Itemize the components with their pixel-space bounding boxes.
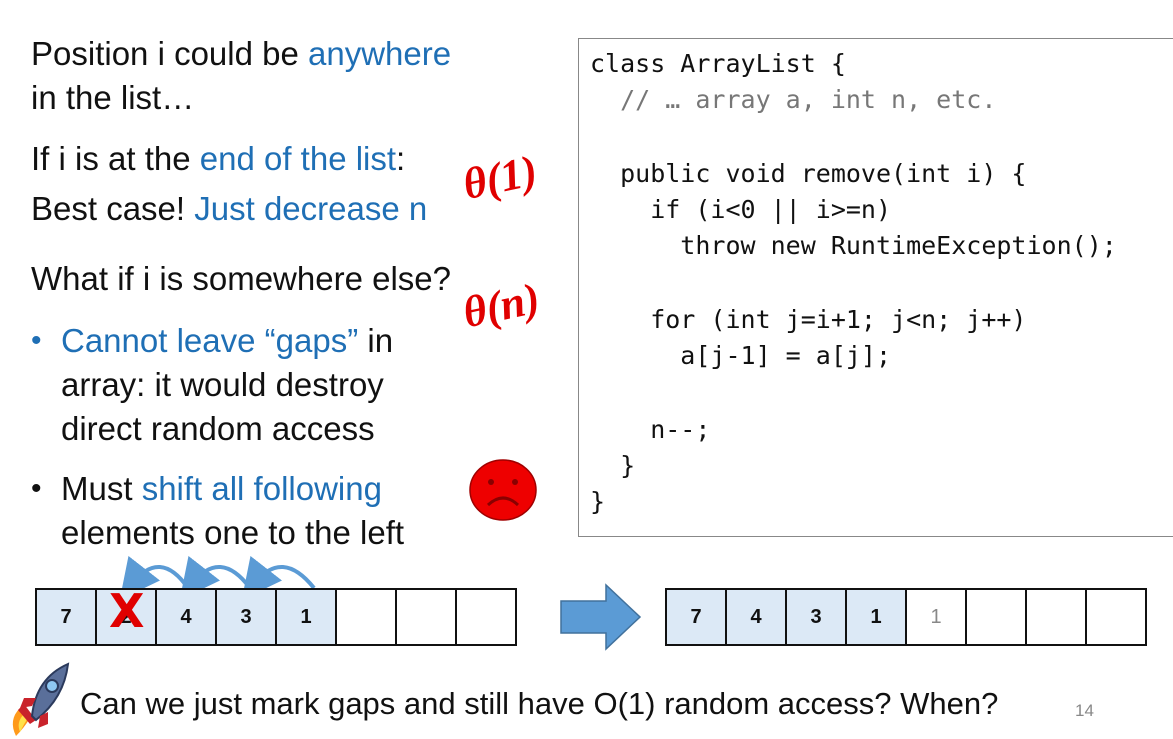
- code-line-12: }: [590, 451, 636, 480]
- line-position-b: anywhere: [308, 35, 452, 72]
- line-position: Position i could be anywhere: [31, 34, 451, 74]
- array-after-cell-empty: [1025, 588, 1087, 646]
- code-line-8: for (int j=i+1; j<n; j++): [590, 305, 1027, 334]
- bullet-1-line-1: Cannot leave “gaps” in: [61, 321, 393, 361]
- line-best-b: Just decrease n: [194, 190, 428, 227]
- line-end-c: :: [396, 140, 406, 177]
- array-before-cell-empty: [395, 588, 457, 646]
- line-end-b: end of the list: [199, 140, 397, 177]
- right-arrow-icon: [560, 583, 642, 651]
- bullet-1-line-3: direct random access: [61, 410, 375, 447]
- array-before-cell: 4: [155, 588, 217, 646]
- array-before-cell-removed: 2 X: [95, 584, 157, 646]
- rocket-icon: [12, 662, 70, 736]
- line-somewhere-else: What if i is somewhere else?: [31, 260, 451, 297]
- code-panel: class ArrayList { // … array a, int n, e…: [578, 38, 1173, 537]
- bullet-1-line-2: array: it would destroy: [61, 366, 384, 403]
- bullet-2-line-2: elements one to the left: [61, 514, 405, 551]
- array-after-cell: 4: [725, 588, 787, 646]
- bullet-2-marker: •: [31, 472, 42, 505]
- code-line-5: if (i<0 || i>=n): [590, 195, 892, 224]
- theta-best-case: θ(1): [458, 145, 542, 210]
- array-before-cell-empty: [455, 588, 517, 646]
- sad-face-icon: [469, 459, 537, 521]
- line-best-a: Best case!: [31, 190, 195, 227]
- line-best-case: Best case! Just decrease n: [31, 189, 427, 229]
- array-after: 7 4 3 1 1: [665, 588, 1147, 646]
- bullet-1-b: in: [358, 322, 394, 359]
- code-line-4: public void remove(int i) {: [590, 159, 1027, 188]
- line-in-the-list: in the list…: [31, 79, 195, 116]
- array-before-cell: 1: [275, 588, 337, 646]
- array-after-cell: 3: [785, 588, 847, 646]
- bullet-2-a: Must: [61, 470, 142, 507]
- bullet-2-line-1: Must shift all following: [61, 469, 382, 509]
- array-after-cell-empty: [965, 588, 1027, 646]
- array-after-cell-empty: [1085, 588, 1147, 646]
- bullet-1-marker: •: [31, 324, 42, 357]
- bullet-2-b: shift all following: [141, 470, 382, 507]
- array-before-cell: 7: [35, 588, 97, 646]
- code-line-2: // … array a, int n, etc.: [590, 85, 997, 114]
- code-line-11: n--;: [590, 415, 711, 444]
- code-line-6: throw new RuntimeException();: [590, 231, 1117, 260]
- line-end-of-list: If i is at the end of the list:: [31, 139, 405, 179]
- array-after-cell: 1: [845, 588, 907, 646]
- page-number: 14: [1075, 701, 1094, 720]
- array-after-cell: 7: [665, 588, 727, 646]
- array-before: 7 2 X 4 3 1: [35, 584, 517, 646]
- line-end-a: If i is at the: [31, 140, 200, 177]
- array-before-cell: 3: [215, 588, 277, 646]
- bullet-1-a: Cannot leave “gaps”: [61, 322, 359, 359]
- footer-question: Can we just mark gaps and still have O(1…: [80, 686, 999, 721]
- removed-x-mark: X: [109, 584, 145, 638]
- theta-worst-case: θ(n): [458, 273, 544, 338]
- array-after-cell-stale: 1: [905, 588, 967, 646]
- code-line-13: }: [590, 487, 606, 516]
- line-position-a: Position i could be: [31, 35, 309, 72]
- code-line-1: class ArrayList {: [590, 49, 846, 78]
- array-before-cell-empty: [335, 588, 397, 646]
- code-line-9: a[j-1] = a[j];: [590, 341, 892, 370]
